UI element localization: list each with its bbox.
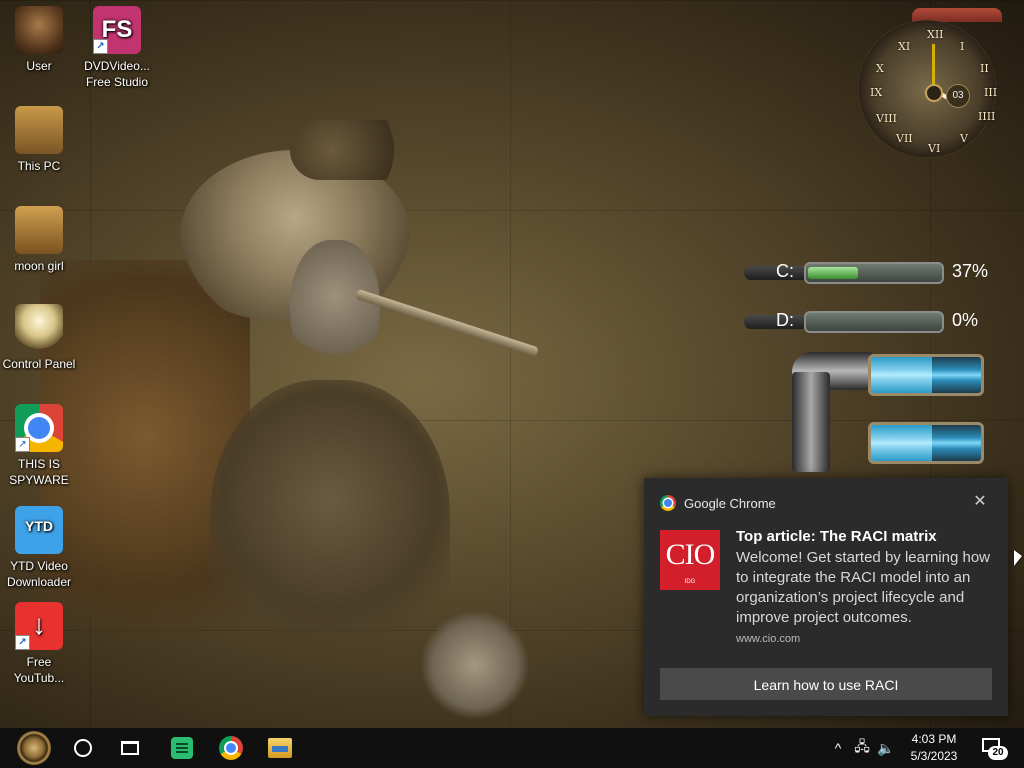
cio-logo-text: CIO — [665, 538, 716, 571]
volume-tray-button[interactable]: 🔈 — [874, 728, 898, 768]
drive-percent: 37% — [952, 261, 989, 281]
wallpaper-pipe — [355, 288, 539, 358]
desktop-icon-label: User — [26, 59, 52, 73]
chrome-notification-toast[interactable]: Google Chrome ✕ CIO IDG Top article: The… — [644, 478, 1008, 716]
drive-pipe — [744, 266, 804, 280]
taskbar-notes-app[interactable] — [162, 728, 202, 768]
pipe-gauges[interactable] — [780, 352, 1000, 472]
clock-widget[interactable]: XII I II III IIII V VI VII VIII IX X XI … — [852, 8, 1010, 164]
network-tray-button[interactable]: 🖧 — [850, 728, 874, 768]
gauge-fill — [871, 425, 932, 461]
desktop-icon-free-youtube[interactable]: ↓ Free YouTub... — [0, 602, 78, 686]
clock-numeral: VI — [928, 142, 941, 155]
drive-bar-fill — [808, 267, 859, 279]
notification-count-badge: 20 — [988, 746, 1008, 760]
task-view-icon — [121, 741, 139, 755]
toast-title: Top article: The RACI matrix — [736, 528, 937, 545]
clock-date: 03 — [946, 84, 970, 108]
cio-logo-subtext: IDG — [684, 579, 696, 585]
search-circle-icon — [74, 739, 92, 757]
toast-header: Google Chrome — [660, 495, 776, 511]
desktop-icon-label: moon girl — [14, 259, 64, 273]
taskbar-clock[interactable]: 4:03 PM 5/3/2023 — [900, 731, 968, 765]
drive-bar — [804, 262, 944, 284]
desktop-icon-control-panel[interactable]: Control Panel — [0, 304, 78, 372]
desktop-icon-moon-girl[interactable]: moon girl — [0, 206, 78, 274]
pipe-vertical — [792, 372, 830, 472]
clock-numeral: IX — [870, 86, 883, 99]
drive-percent: 0% — [952, 310, 979, 330]
notes-icon — [171, 737, 193, 759]
desktop-icon-label: Free YouTub... — [13, 655, 65, 685]
clock-numeral: IIII — [978, 110, 996, 123]
wallpaper-figure-face — [290, 240, 380, 380]
desktop-icon-dvdvideo[interactable]: FS DVDVideo... Free Studio — [78, 6, 156, 90]
clock-numeral: III — [984, 86, 998, 99]
desktop-icon-user[interactable]: User — [0, 6, 78, 74]
desktop-icon-label: DVDVideo... Free Studio — [84, 59, 150, 89]
tray-overflow-button[interactable]: ^ — [828, 728, 848, 768]
clock-numeral: X — [876, 62, 884, 75]
clock-numeral: VIII — [876, 112, 897, 125]
folder-icon — [15, 206, 63, 254]
gauge-tube — [868, 422, 984, 464]
fs-app-icon: FS — [93, 6, 141, 54]
lightbulb-icon — [15, 304, 63, 352]
taskbar-file-explorer[interactable] — [260, 728, 300, 768]
wallpaper-hand — [420, 610, 530, 720]
download-arrow-icon: ↓ — [15, 602, 63, 650]
chevron-up-icon: ^ — [834, 740, 842, 756]
action-center-button[interactable]: 20 — [980, 736, 1008, 760]
task-view-button[interactable] — [112, 728, 148, 768]
toast-site: www.cio.com — [736, 633, 801, 645]
file-explorer-icon — [268, 738, 292, 758]
desktop-icon-label: Control Panel — [2, 357, 76, 371]
volume-muted-icon: 🔈 — [877, 739, 895, 756]
mouse-cursor-icon — [1014, 550, 1022, 566]
start-button[interactable] — [10, 728, 58, 768]
cio-logo: CIO IDG — [660, 530, 720, 590]
toast-body: Welcome! Get started by learning how to … — [736, 549, 991, 626]
gauge-fill — [871, 357, 932, 393]
chrome-icon — [660, 495, 676, 511]
taskbar-date: 5/3/2023 — [910, 749, 958, 763]
drive-bar — [804, 311, 944, 333]
user-icon — [15, 6, 63, 54]
ytd-icon: YTD — [15, 506, 63, 554]
start-gear-icon — [17, 731, 51, 765]
clock-numeral: I — [960, 40, 965, 53]
taskbar-chrome[interactable] — [210, 728, 252, 768]
clock-numeral: II — [980, 62, 989, 75]
drive-label: C: — [776, 261, 794, 281]
taskbar-time: 4:03 PM — [911, 732, 957, 746]
chrome-icon — [219, 736, 243, 760]
desktop-icon-label: This PC — [17, 159, 61, 173]
desktop-icon-ytd[interactable]: YTD YTD Video Downloader — [0, 506, 78, 590]
network-icon: 🖧 — [854, 738, 870, 754]
search-button[interactable] — [66, 728, 100, 768]
drive-meter-d[interactable]: D: 0% — [744, 307, 1014, 337]
chrome-icon — [15, 404, 63, 452]
gauge-tube — [868, 354, 984, 396]
clock-numeral: VII — [896, 132, 913, 145]
learn-raci-button[interactable]: Learn how to use RACI — [660, 668, 992, 700]
desktop-icon-spyware-chrome[interactable]: THIS IS SPYWARE — [0, 404, 78, 488]
close-icon[interactable]: ✕ — [970, 492, 990, 512]
drive-pipe — [744, 315, 804, 329]
wallpaper-figure-body — [210, 380, 450, 680]
desktop-icon-this-pc[interactable]: This PC — [0, 106, 78, 174]
toast-app-name: Google Chrome — [684, 495, 776, 511]
wallpaper-goggles — [290, 120, 430, 180]
clock-hub — [925, 84, 943, 102]
taskbar: ^ 🖧 🔈 4:03 PM 5/3/2023 20 — [0, 728, 1024, 768]
desktop-icon-label: YTD Video Downloader — [6, 559, 72, 589]
desktop-icon-label: THIS IS SPYWARE — [9, 457, 69, 487]
drive-label: D: — [776, 310, 794, 330]
clock-numeral: XI — [898, 40, 911, 53]
clock-numeral: V — [960, 132, 968, 145]
drive-meter-c[interactable]: C: 37% — [744, 258, 1014, 288]
computer-icon — [15, 106, 63, 154]
clock-numeral: XII — [927, 28, 944, 41]
